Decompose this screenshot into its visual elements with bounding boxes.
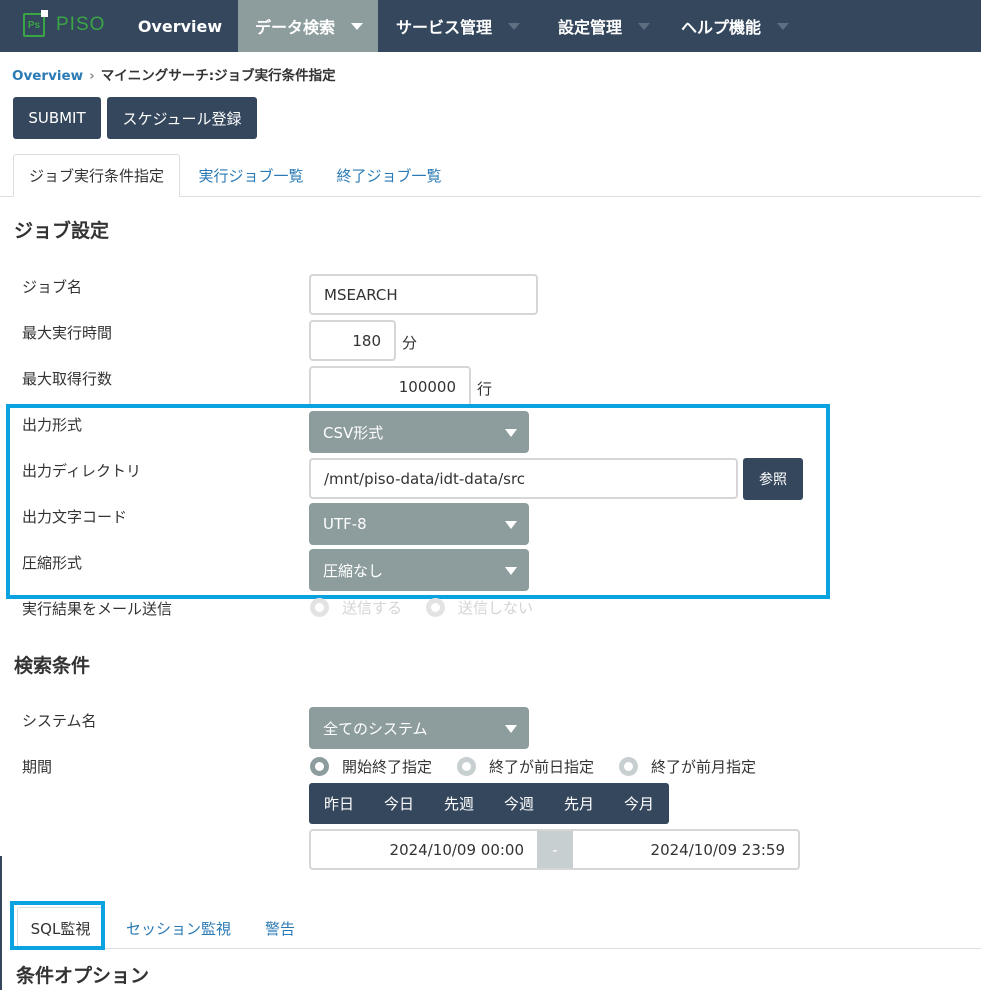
period-this-week-button[interactable]: 今週 xyxy=(489,793,549,814)
chevron-down-icon xyxy=(351,22,364,30)
sql-monitor-highlight xyxy=(10,901,105,950)
logo-badge-text: Ps xyxy=(27,19,41,31)
period-mode-start-end-label: 開始終了指定 xyxy=(342,758,433,776)
breadcrumb-current: マイニングサーチ:ジョブ実行条件指定 xyxy=(100,68,336,84)
max-rows-unit: 行 xyxy=(477,380,493,398)
nav-data-search-label: データ検索 xyxy=(255,18,336,37)
period-mode-prev-month-label: 終了が前月指定 xyxy=(651,758,757,776)
radio-icon xyxy=(457,757,476,776)
period-mode-prev-month-radio[interactable]: 終了が前月指定 xyxy=(619,756,756,777)
nav-data-search[interactable]: データ検索 xyxy=(238,0,378,52)
period-label: 期間 xyxy=(22,758,53,776)
mail-send-radio[interactable]: 送信する xyxy=(310,597,402,618)
nav-service-management-label: サービス管理 xyxy=(396,18,493,37)
nav-help-label: ヘルプ機能 xyxy=(681,18,762,37)
job-name-input[interactable]: MSEARCH xyxy=(309,274,538,315)
period-quick-buttons: 昨日 今日 先週 今週 先月 今月 xyxy=(309,783,669,824)
nav-settings-management[interactable]: 設定管理 xyxy=(558,0,658,52)
logo-icon: Ps xyxy=(23,10,48,37)
tab-session-monitor[interactable]: セッション監視 xyxy=(112,907,245,949)
nav-service-management[interactable]: サービス管理 xyxy=(396,0,526,52)
radio-icon xyxy=(310,598,329,617)
chevron-down-icon xyxy=(638,22,651,30)
mail-no-send-label: 送信しない xyxy=(458,599,534,617)
period-mode-start-end-radio[interactable]: 開始終了指定 xyxy=(310,756,432,777)
tab-job-conditions[interactable]: ジョブ実行条件指定 xyxy=(13,154,180,197)
max-rows-label: 最大取得行数 xyxy=(22,370,113,388)
mail-no-send-radio[interactable]: 送信しない xyxy=(426,597,533,618)
end-datetime-input[interactable]: 2024/10/09 23:59 xyxy=(573,831,798,868)
logo-corner-mark xyxy=(41,10,48,17)
system-name-label: システム名 xyxy=(22,712,97,730)
chevron-down-icon xyxy=(508,22,521,30)
radio-icon xyxy=(619,757,638,776)
tab-warning[interactable]: 警告 xyxy=(250,907,310,949)
nav-help[interactable]: ヘルプ機能 xyxy=(681,0,791,52)
max-rows-input[interactable]: 100000 xyxy=(309,366,471,407)
max-time-label: 最大実行時間 xyxy=(22,324,113,342)
condition-options-title: 条件オプション xyxy=(16,965,150,987)
tab-finished-jobs[interactable]: 終了ジョブ一覧 xyxy=(322,154,456,196)
period-yesterday-button[interactable]: 昨日 xyxy=(309,793,369,814)
tab-running-jobs[interactable]: 実行ジョブ一覧 xyxy=(184,154,318,196)
logo[interactable]: Ps PISO xyxy=(23,10,106,39)
breadcrumb-home-link[interactable]: Overview xyxy=(12,68,83,84)
radio-icon xyxy=(426,598,445,617)
system-name-select[interactable]: 全てのシステム xyxy=(309,707,529,749)
breadcrumb-separator: › xyxy=(89,68,95,84)
period-today-button[interactable]: 今日 xyxy=(369,793,429,814)
nav-settings-management-label: 設定管理 xyxy=(558,18,623,37)
logo-name: PISO xyxy=(56,14,106,35)
breadcrumb: Overview › マイニングサーチ:ジョブ実行条件指定 xyxy=(12,64,336,84)
max-time-unit: 分 xyxy=(402,334,418,352)
date-range-separator: - xyxy=(537,831,573,868)
period-mode-prev-day-label: 終了が前日指定 xyxy=(489,758,595,776)
chevron-down-icon xyxy=(777,22,790,30)
chevron-down-icon xyxy=(505,725,517,733)
system-name-value: 全てのシステム xyxy=(323,719,428,738)
period-mode-prev-day-radio[interactable]: 終了が前日指定 xyxy=(457,756,594,777)
left-edge-bar xyxy=(0,856,2,990)
nav-overview[interactable]: Overview xyxy=(122,0,238,52)
nav-overview-label: Overview xyxy=(137,16,223,36)
top-navbar: Ps PISO Overview データ検索 サービス管理 設定管理 ヘルプ機能 xyxy=(0,0,981,52)
submit-button[interactable]: SUBMIT xyxy=(13,97,101,139)
period-this-month-button[interactable]: 今月 xyxy=(609,793,669,814)
search-conditions-title: 検索条件 xyxy=(14,655,91,677)
start-datetime-input[interactable]: 2024/10/09 00:00 xyxy=(311,831,537,868)
period-last-week-button[interactable]: 先週 xyxy=(429,793,489,814)
date-range-field: 2024/10/09 00:00 - 2024/10/09 23:59 xyxy=(309,829,800,870)
schedule-register-button[interactable]: スケジュール登録 xyxy=(107,97,257,139)
radio-icon xyxy=(310,757,329,776)
mail-result-label: 実行結果をメール送信 xyxy=(22,600,173,618)
mail-send-label: 送信する xyxy=(342,599,403,617)
output-settings-highlight xyxy=(6,404,830,599)
job-settings-title: ジョブ設定 xyxy=(14,220,110,242)
job-name-label: ジョブ名 xyxy=(22,278,83,296)
max-time-input[interactable]: 180 xyxy=(309,320,396,361)
period-last-month-button[interactable]: 先月 xyxy=(549,793,609,814)
